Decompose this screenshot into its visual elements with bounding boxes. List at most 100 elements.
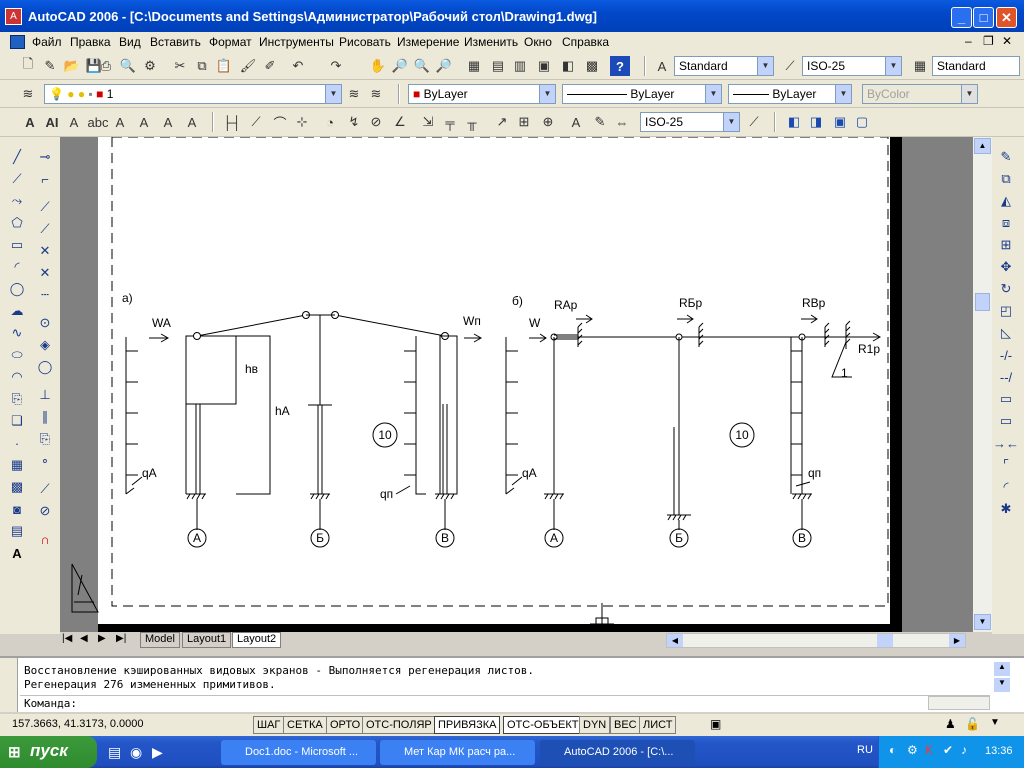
- menu-edit[interactable]: Правка: [70, 35, 111, 49]
- dim-update-icon[interactable]: ⇔: [612, 112, 632, 132]
- arc-icon[interactable]: ◜: [6, 257, 28, 277]
- baseline-dim-icon[interactable]: ╤: [440, 112, 460, 132]
- polygon-icon[interactable]: ⬠: [6, 213, 28, 233]
- markup-icon[interactable]: ◧: [558, 56, 578, 76]
- tray-antivirus-icon[interactable]: K: [925, 743, 933, 757]
- fillet-icon[interactable]: ◜: [995, 477, 1017, 497]
- menu-draw[interactable]: Рисовать: [339, 35, 391, 49]
- dim-style-select[interactable]: ISO-25 ▼: [802, 56, 902, 76]
- pan-icon[interactable]: ✋: [368, 56, 388, 76]
- document-icon[interactable]: [10, 35, 25, 49]
- ortho-toggle[interactable]: ОРТО: [326, 716, 365, 734]
- menu-window[interactable]: Окно: [524, 35, 552, 49]
- tab-model[interactable]: Model: [140, 632, 180, 648]
- dim-linear-left-icon[interactable]: ⊸: [34, 147, 56, 167]
- cut-icon[interactable]: ✂: [170, 56, 190, 76]
- spline-icon[interactable]: ∿: [6, 323, 28, 343]
- make-current-icon[interactable]: ≋: [344, 84, 364, 104]
- tray-volume-icon[interactable]: ♪: [961, 743, 967, 757]
- snap-insert-icon[interactable]: ⎘: [34, 429, 56, 449]
- drawing-area[interactable]: а) WA Wп hв hA qA qп 10 A Б В б) W RAp R…: [60, 137, 973, 632]
- point-icon[interactable]: ·: [6, 433, 28, 453]
- block-editor-icon[interactable]: ✐: [260, 56, 280, 76]
- snap-node-icon[interactable]: ∘: [34, 451, 56, 471]
- edit-text-icon[interactable]: A: [64, 112, 84, 132]
- qnew-icon[interactable]: ✎: [40, 56, 60, 76]
- break-at-point-icon[interactable]: ▭: [995, 389, 1017, 409]
- snap-quadrant-icon[interactable]: ◈: [34, 335, 56, 355]
- command-window[interactable]: Восстановление кэшированных видовых экра…: [0, 656, 1024, 712]
- continue-dim-icon[interactable]: ╥: [462, 112, 482, 132]
- rotate-icon[interactable]: ↻: [995, 279, 1017, 299]
- language-indicator[interactable]: RU: [857, 744, 873, 756]
- new-icon[interactable]: 🗋: [18, 56, 38, 76]
- dyn-toggle[interactable]: DYN: [579, 716, 611, 734]
- trim-icon[interactable]: -/-: [995, 345, 1017, 365]
- snap-nearest-icon[interactable]: ⟋: [34, 479, 56, 499]
- snap-extension-icon[interactable]: ┄: [34, 285, 56, 305]
- dtext-icon[interactable]: AI: [42, 112, 62, 132]
- dim-text-edit-icon[interactable]: ✎: [590, 112, 610, 132]
- command-grip[interactable]: [0, 658, 18, 712]
- rectangle-icon[interactable]: ▭: [6, 235, 28, 255]
- media-quicklaunch-icon[interactable]: ▶: [152, 744, 163, 761]
- aligned-dim-icon[interactable]: ⟋: [246, 112, 266, 132]
- convert-space-icon[interactable]: A: [182, 112, 202, 132]
- desktop-quicklaunch-icon[interactable]: ▤: [108, 744, 121, 761]
- polyline-icon[interactable]: ⤳: [6, 191, 28, 211]
- bring-front-icon[interactable]: ◧: [784, 112, 804, 132]
- otrack-toggle[interactable]: ОТС-ОБЪЕКТ: [503, 716, 583, 734]
- scroll-down-icon[interactable]: ▼: [974, 614, 991, 630]
- match-properties-icon[interactable]: 🖌: [238, 56, 258, 76]
- maximize-button[interactable]: □: [973, 7, 994, 28]
- erase-icon[interactable]: ✎: [995, 147, 1017, 167]
- make-block-icon[interactable]: ❏: [6, 411, 28, 431]
- menu-format[interactable]: Формат: [209, 35, 252, 49]
- line-icon[interactable]: ╱: [6, 147, 28, 167]
- linear-dim-icon[interactable]: ├┤: [222, 112, 242, 132]
- design-center-icon[interactable]: ▤: [488, 56, 508, 76]
- status-menu-icon[interactable]: ▼: [990, 717, 1000, 728]
- tab-next-icon[interactable]: ▶: [98, 633, 106, 644]
- menu-insert[interactable]: Вставить: [150, 35, 201, 49]
- tab-layout1[interactable]: Layout1: [182, 632, 232, 648]
- send-back-icon[interactable]: ◨: [806, 112, 826, 132]
- bring-above-icon[interactable]: ▣: [830, 112, 850, 132]
- paper-toggle[interactable]: ЛИСТ: [639, 716, 677, 734]
- scale-text-icon[interactable]: A: [134, 112, 154, 132]
- diameter-dim-icon[interactable]: ⊘: [366, 112, 386, 132]
- circle-icon[interactable]: ◯: [6, 279, 28, 299]
- paste-icon[interactable]: 📋: [214, 56, 234, 76]
- menu-view[interactable]: Вид: [119, 35, 141, 49]
- grid-toggle[interactable]: СЕТКА: [283, 716, 327, 734]
- quick-dim-icon[interactable]: ⇲: [418, 112, 438, 132]
- tolerance-icon[interactable]: ⊞: [514, 112, 534, 132]
- scroll-up-icon[interactable]: ▲: [974, 138, 991, 154]
- tab-layout2[interactable]: Layout2: [232, 632, 282, 648]
- snap-endpoint-icon[interactable]: ⟋: [34, 197, 56, 217]
- tab-last-icon[interactable]: ▶|: [116, 633, 126, 644]
- publish-icon[interactable]: ⚙: [140, 56, 160, 76]
- scroll-thumb[interactable]: [975, 293, 990, 311]
- chamfer-icon[interactable]: ⌜: [995, 455, 1017, 475]
- snap-apparent-icon[interactable]: ✕: [34, 263, 56, 283]
- print-icon[interactable]: ⎙: [96, 56, 116, 76]
- mtext-icon-left[interactable]: A: [6, 543, 28, 563]
- tab-prev-icon[interactable]: ◀: [80, 633, 88, 644]
- menu-tools[interactable]: Инструменты: [259, 35, 334, 49]
- doc-restore-icon[interactable]: ❐: [983, 34, 994, 48]
- snap-parallel-icon[interactable]: ∥: [34, 407, 56, 427]
- lock-icon[interactable]: 🔓: [965, 717, 980, 731]
- tray-settings-icon[interactable]: ⚙: [907, 743, 918, 757]
- stretch-icon[interactable]: ◺: [995, 323, 1017, 343]
- move-icon[interactable]: ✥: [995, 257, 1017, 277]
- zoom-window-icon[interactable]: 🔍: [412, 56, 432, 76]
- vertical-scrollbar[interactable]: ▲ ▼: [973, 137, 992, 632]
- horizontal-scrollbar[interactable]: ◀ ▶: [666, 633, 966, 648]
- open-icon[interactable]: 📂: [62, 56, 82, 76]
- snap-from-icon[interactable]: ⌐: [34, 169, 56, 189]
- minimize-button[interactable]: _: [951, 7, 972, 28]
- ellipse-arc-icon[interactable]: ◠: [6, 367, 28, 387]
- layer-manager-icon[interactable]: ≋: [18, 84, 38, 104]
- mtext-icon[interactable]: A: [20, 112, 40, 132]
